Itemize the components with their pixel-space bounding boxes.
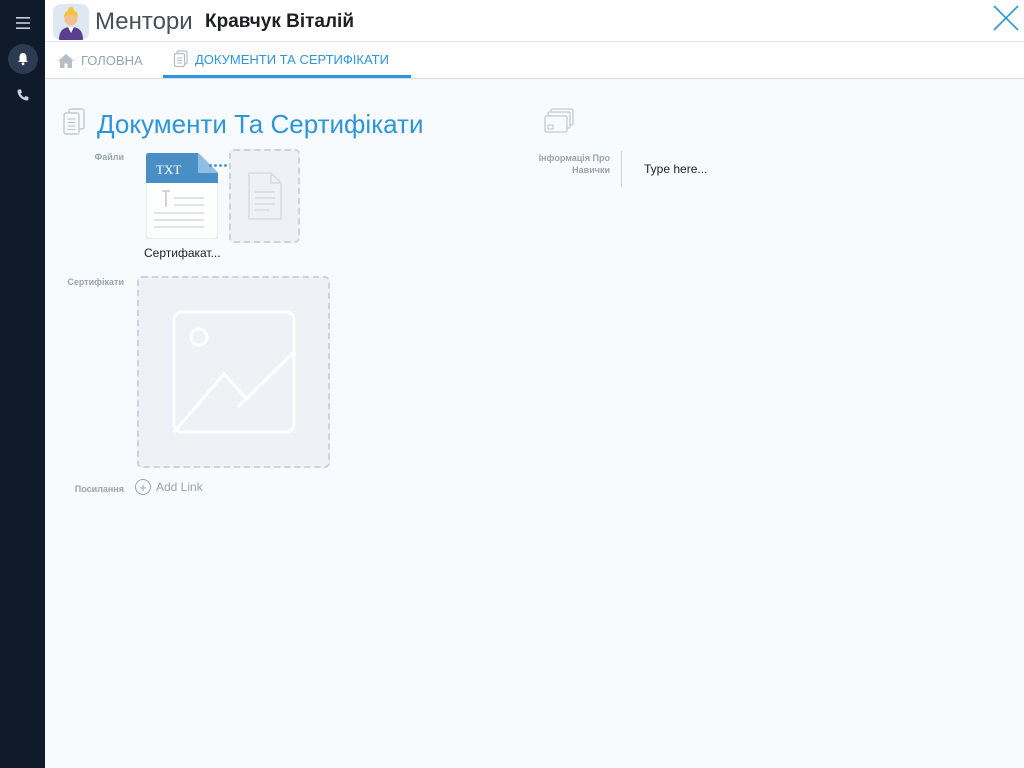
tab-bar: ГОЛОВНА ДОКУМЕНТИ ТА СЕРТИФІКАТИ xyxy=(45,43,1024,79)
documents-icon xyxy=(63,108,85,135)
cards-icon xyxy=(544,108,574,133)
txt-file-icon: TXT xyxy=(145,152,219,240)
file-name: Сертифакат... xyxy=(144,246,221,260)
file-upload-dropzone[interactable] xyxy=(229,149,300,243)
menu-button[interactable] xyxy=(8,8,38,38)
file-options-icon[interactable] xyxy=(209,154,229,167)
skills-section-icon xyxy=(543,108,575,139)
phone-icon xyxy=(17,89,29,101)
left-rail xyxy=(0,0,45,768)
header: Ментори Кравчук Віталій xyxy=(45,0,1024,42)
tab-documents-label: ДОКУМЕНТИ ТА СЕРТИФІКАТИ xyxy=(195,51,389,67)
close-icon xyxy=(993,5,1019,31)
skills-divider xyxy=(621,151,622,187)
section-title: Документи Та Сертифікати xyxy=(97,109,424,139)
documents-icon xyxy=(173,50,188,68)
add-link-button[interactable]: + Add Link xyxy=(135,479,203,495)
tab-home[interactable]: ГОЛОВНА xyxy=(57,43,143,78)
svg-text:TXT: TXT xyxy=(156,162,181,177)
file-item[interactable]: TXT xyxy=(145,152,219,240)
certificate-image-dropzone[interactable] xyxy=(137,276,330,468)
links-label: Посилання xyxy=(74,484,124,494)
calls-button[interactable] xyxy=(8,80,38,110)
app-avatar[interactable] xyxy=(53,4,89,40)
home-icon xyxy=(58,53,74,68)
bell-icon xyxy=(18,53,28,66)
certificates-label: Сертифікати xyxy=(67,277,124,287)
close-button[interactable] xyxy=(992,4,1020,32)
document-placeholder-icon xyxy=(247,172,282,220)
more-dots-icon xyxy=(209,164,227,167)
plus-circle-icon: + xyxy=(135,479,151,495)
files-label: Файли xyxy=(94,152,124,162)
skills-label: Інформація Про Навички xyxy=(538,153,610,175)
app-title: Ментори xyxy=(95,8,193,35)
add-link-label: Add Link xyxy=(156,480,203,494)
documents-section-icon xyxy=(62,108,86,141)
hamburger-icon xyxy=(16,17,30,29)
notifications-button[interactable] xyxy=(8,44,38,74)
tab-documents[interactable]: ДОКУМЕНТИ ТА СЕРТИФІКАТИ xyxy=(163,43,411,78)
skills-input[interactable]: Type here... xyxy=(644,162,707,176)
user-name: Кравчук Віталій xyxy=(205,11,355,32)
image-placeholder-icon xyxy=(172,310,295,434)
mentor-avatar-icon xyxy=(53,4,89,40)
tab-home-label: ГОЛОВНА xyxy=(81,53,143,68)
